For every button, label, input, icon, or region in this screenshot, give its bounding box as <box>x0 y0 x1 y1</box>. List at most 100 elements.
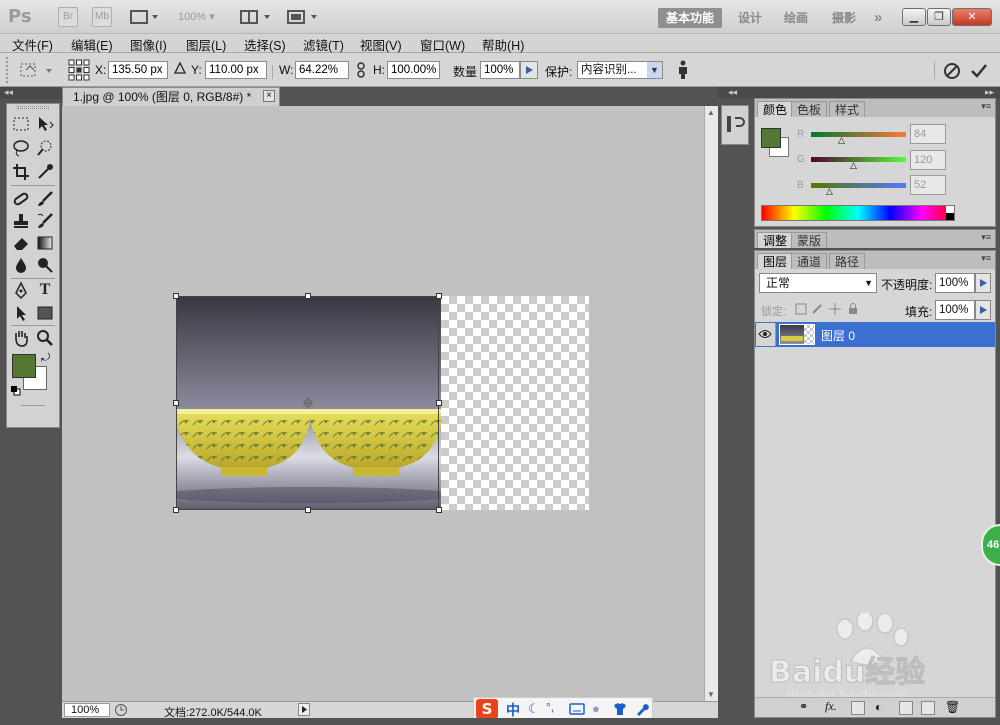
fill-slider-button[interactable] <box>975 300 991 320</box>
tab-channels[interactable]: 通道 <box>791 253 828 269</box>
panel-menu-icon[interactable]: ▾≡ <box>981 232 991 243</box>
lock-transparent-icon[interactable] <box>795 303 807 318</box>
menu-edit[interactable]: 编辑(E) <box>71 35 113 54</box>
panel-menu-icon[interactable]: ▾≡ <box>981 101 991 112</box>
move-tool[interactable] <box>35 114 55 134</box>
mini-bridge-button[interactable]: Mb <box>92 7 112 27</box>
close-window-button[interactable]: ✕ <box>952 8 992 26</box>
delta-icon[interactable] <box>173 61 187 78</box>
more-workspaces-button[interactable]: » <box>866 8 890 28</box>
opacity-field[interactable]: 100% <box>935 273 975 293</box>
width-field[interactable] <box>295 61 349 79</box>
quick-selection-tool[interactable] <box>35 138 55 158</box>
transform-handle[interactable] <box>173 293 179 299</box>
blur-tool[interactable] <box>11 255 31 275</box>
type-tool[interactable]: T <box>35 281 55 301</box>
workspace-essentials[interactable]: 基本功能 <box>658 8 723 28</box>
tab-styles[interactable]: 样式 <box>829 101 866 117</box>
menu-filter[interactable]: 滤镜(T) <box>303 35 344 54</box>
brush-tool[interactable] <box>35 189 55 209</box>
options-grip[interactable] <box>6 57 12 83</box>
minimize-button[interactable]: ▁ <box>902 8 926 26</box>
reference-point-icon[interactable] <box>68 59 90 81</box>
bridge-button[interactable]: Br <box>58 7 78 27</box>
dock-header[interactable]: ◂◂ <box>718 87 754 99</box>
adjustment-layer-icon[interactable]: ◐ <box>875 700 882 714</box>
link-icon[interactable] <box>356 62 366 81</box>
punctuation-icon[interactable]: °, <box>546 700 554 714</box>
toolbox-grip[interactable] <box>17 106 49 109</box>
marquee-tool[interactable] <box>11 114 31 134</box>
transform-handle[interactable] <box>173 507 179 513</box>
add-mask-icon[interactable] <box>851 701 865 715</box>
tab-masks[interactable]: 蒙版 <box>791 232 828 248</box>
color-spectrum-ramp[interactable] <box>761 205 955 221</box>
status-menu-button[interactable] <box>298 703 310 716</box>
panel-menu-icon[interactable]: ▾≡ <box>981 253 991 264</box>
keyboard-icon[interactable] <box>569 702 585 719</box>
path-selection-tool[interactable] <box>11 303 31 323</box>
lock-position-icon[interactable] <box>829 303 841 318</box>
menu-file[interactable]: 文件(F) <box>12 35 53 54</box>
g-field[interactable]: 120 <box>910 150 946 170</box>
clone-stamp-tool[interactable] <box>11 211 31 231</box>
lock-all-icon[interactable] <box>847 303 859 318</box>
swap-colors-icon[interactable]: ⤾ <box>41 352 50 365</box>
eyedropper-tool[interactable] <box>35 162 55 182</box>
opacity-slider-button[interactable] <box>975 273 991 293</box>
height-field[interactable] <box>387 61 440 79</box>
r-slider[interactable] <box>811 132 906 137</box>
new-layer-icon[interactable] <box>921 701 935 715</box>
menu-view[interactable]: 视图(V) <box>360 35 402 54</box>
trash-icon[interactable]: 🗑 <box>945 700 960 714</box>
crop-tool[interactable] <box>11 162 31 182</box>
moon-icon[interactable]: ☾ <box>528 701 540 717</box>
menu-image[interactable]: 图像(I) <box>130 35 167 54</box>
x-field[interactable] <box>108 61 168 79</box>
ime-language-toggle[interactable]: 中 <box>506 700 520 720</box>
fill-field[interactable]: 100% <box>935 300 975 320</box>
amount-field[interactable] <box>480 61 520 79</box>
layer-style-fx-icon[interactable]: fx. <box>825 699 837 714</box>
transform-handle[interactable] <box>305 293 311 299</box>
quick-mask-button[interactable] <box>21 405 45 406</box>
shape-tool[interactable] <box>35 303 55 323</box>
workspace-painting[interactable]: 绘画 <box>776 8 816 28</box>
menu-select[interactable]: 选择(S) <box>244 35 286 54</box>
transform-handle[interactable] <box>305 507 311 513</box>
history-panel-button[interactable] <box>721 105 749 145</box>
workspace-design[interactable]: 设计 <box>730 8 770 28</box>
document-tab[interactable]: 1.jpg @ 100% (图层 0, RGB/8#) * × <box>62 87 280 106</box>
vertical-scrollbar[interactable]: ▲ ▼ <box>704 106 718 701</box>
user-icon[interactable]: ● <box>592 701 600 716</box>
menu-layer[interactable]: 图层(L) <box>186 35 226 54</box>
transform-handle[interactable] <box>436 293 442 299</box>
commit-transform-button[interactable] <box>970 62 988 83</box>
g-slider[interactable] <box>811 157 906 162</box>
transform-handle[interactable] <box>436 507 442 513</box>
pen-tool[interactable] <box>11 281 31 301</box>
g-slider-thumb[interactable]: △ <box>850 160 857 171</box>
tool-preset-picker[interactable] <box>18 61 54 81</box>
foreground-color-swatch[interactable] <box>12 354 36 378</box>
canvas-area[interactable] <box>62 106 704 701</box>
color-fg-swatch[interactable] <box>761 128 781 148</box>
scroll-up-icon[interactable]: ▲ <box>707 108 715 117</box>
toolbox-header[interactable]: ◂◂ <box>0 87 62 99</box>
cancel-transform-button[interactable] <box>943 62 961 83</box>
restore-button[interactable]: ❐ <box>927 8 951 26</box>
healing-brush-tool[interactable] <box>11 189 31 209</box>
transform-handle[interactable] <box>173 400 179 406</box>
lock-image-icon[interactable] <box>811 303 823 318</box>
menu-window[interactable]: 窗口(W) <box>420 35 465 54</box>
status-zoom-field[interactable]: 100% <box>64 703 110 717</box>
link-layers-icon[interactable]: ⚭ <box>799 700 808 713</box>
b-slider-thumb[interactable]: △ <box>826 186 833 197</box>
lasso-tool[interactable] <box>11 138 31 158</box>
layer-visibility-toggle[interactable] <box>756 323 776 346</box>
view-extras-button[interactable] <box>130 9 160 25</box>
b-field[interactable]: 52 <box>910 175 946 195</box>
new-group-icon[interactable] <box>899 701 913 715</box>
eraser-tool[interactable] <box>11 233 31 253</box>
menu-help[interactable]: 帮助(H) <box>482 35 524 54</box>
